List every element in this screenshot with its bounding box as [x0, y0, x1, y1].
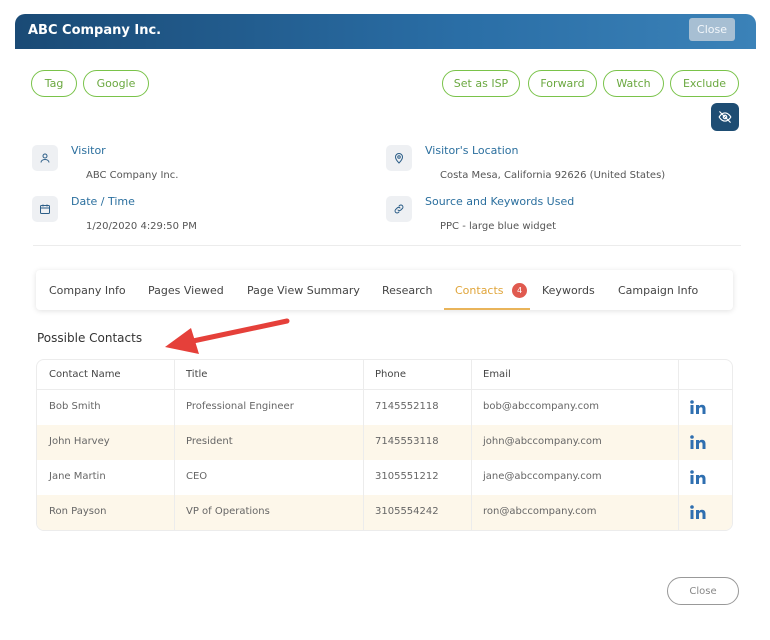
contacts-count-badge: 4 — [512, 283, 527, 298]
contact-name: Ron Payson — [49, 506, 107, 517]
contact-email: bob@abccompany.com — [483, 401, 599, 412]
tab-keywords[interactable]: Keywords — [542, 284, 595, 297]
modal-header: ABC Company Inc. Close — [15, 14, 756, 49]
active-tab-indicator — [444, 308, 530, 310]
column-divider — [363, 360, 364, 530]
tab-pages-viewed[interactable]: Pages Viewed — [148, 284, 224, 297]
google-button[interactable]: Google — [83, 70, 149, 97]
tab-contacts[interactable]: Contacts — [455, 284, 504, 297]
header-close-button[interactable]: Close — [689, 18, 735, 41]
datetime-label: Date / Time — [71, 195, 135, 208]
table-row: John Harvey President 7145553118 john@ab… — [37, 425, 732, 460]
contact-title: VP of Operations — [186, 506, 270, 517]
contact-title: Professional Engineer — [186, 401, 294, 412]
visitor-label: Visitor — [71, 144, 106, 157]
table-row: Jane Martin CEO 3105551212 jane@abccompa… — [37, 460, 732, 495]
person-icon — [32, 145, 58, 171]
forward-button[interactable]: Forward — [528, 70, 597, 97]
linkedin-icon[interactable] — [690, 400, 706, 414]
source-value: PPC - large blue widget — [440, 221, 557, 232]
tag-button[interactable]: Tag — [31, 70, 77, 97]
watch-button[interactable]: Watch — [603, 70, 664, 97]
section-title: Possible Contacts — [37, 331, 143, 345]
contact-name: Bob Smith — [49, 401, 101, 412]
tab-campaign-info[interactable]: Campaign Info — [618, 284, 698, 297]
contact-email: john@abccompany.com — [483, 436, 602, 447]
location-pin-icon — [386, 145, 412, 171]
contact-name: John Harvey — [49, 436, 110, 447]
tab-company-info[interactable]: Company Info — [49, 284, 126, 297]
column-divider — [471, 360, 472, 530]
source-label: Source and Keywords Used — [425, 195, 575, 208]
location-label: Visitor's Location — [425, 144, 519, 157]
contact-name: Jane Martin — [49, 471, 106, 482]
footer-close-button[interactable]: Close — [667, 577, 739, 605]
linkedin-icon[interactable] — [690, 505, 706, 519]
linkedin-icon[interactable] — [690, 435, 706, 449]
exclude-button[interactable]: Exclude — [670, 70, 739, 97]
column-divider — [174, 360, 175, 530]
header-title: Title — [186, 369, 208, 380]
column-divider — [678, 360, 679, 530]
set-as-isp-button[interactable]: Set as ISP — [442, 70, 520, 97]
contact-phone: 7145553118 — [375, 436, 439, 447]
red-arrow-annotation — [165, 318, 290, 354]
contact-email: jane@abccompany.com — [483, 471, 602, 482]
table-row: Ron Payson VP of Operations 3105554242 r… — [37, 495, 732, 530]
link-icon — [386, 196, 412, 222]
calendar-icon — [32, 196, 58, 222]
tab-page-view-summary[interactable]: Page View Summary — [247, 284, 360, 297]
datetime-value: 1/20/2020 4:29:50 PM — [86, 221, 197, 232]
contact-phone: 3105554242 — [375, 506, 439, 517]
hide-toggle-button[interactable] — [711, 103, 739, 131]
tab-bar: Company Info Pages Viewed Page View Summ… — [36, 270, 733, 310]
company-detail-modal: ABC Company Inc. Close Tag Google Set as… — [15, 14, 756, 634]
contact-phone: 7145552118 — [375, 401, 439, 412]
table-header: Contact Name Title Phone Email — [37, 360, 732, 390]
contacts-table: Contact Name Title Phone Email Bob Smith… — [36, 359, 733, 531]
location-value: Costa Mesa, California 92626 (United Sta… — [440, 170, 666, 181]
header-contact-name: Contact Name — [49, 369, 121, 380]
contact-title: President — [186, 436, 233, 447]
contact-email: ron@abccompany.com — [483, 506, 597, 517]
contact-phone: 3105551212 — [375, 471, 439, 482]
modal-title: ABC Company Inc. — [28, 23, 162, 38]
header-phone: Phone — [375, 369, 406, 380]
linkedin-icon[interactable] — [690, 470, 706, 484]
section-divider — [33, 245, 741, 246]
eye-slash-icon — [718, 111, 732, 123]
header-email: Email — [483, 369, 511, 380]
table-row: Bob Smith Professional Engineer 71455521… — [37, 390, 732, 425]
tab-research[interactable]: Research — [382, 284, 432, 297]
visitor-value: ABC Company Inc. — [86, 170, 179, 181]
contact-title: CEO — [186, 471, 208, 482]
